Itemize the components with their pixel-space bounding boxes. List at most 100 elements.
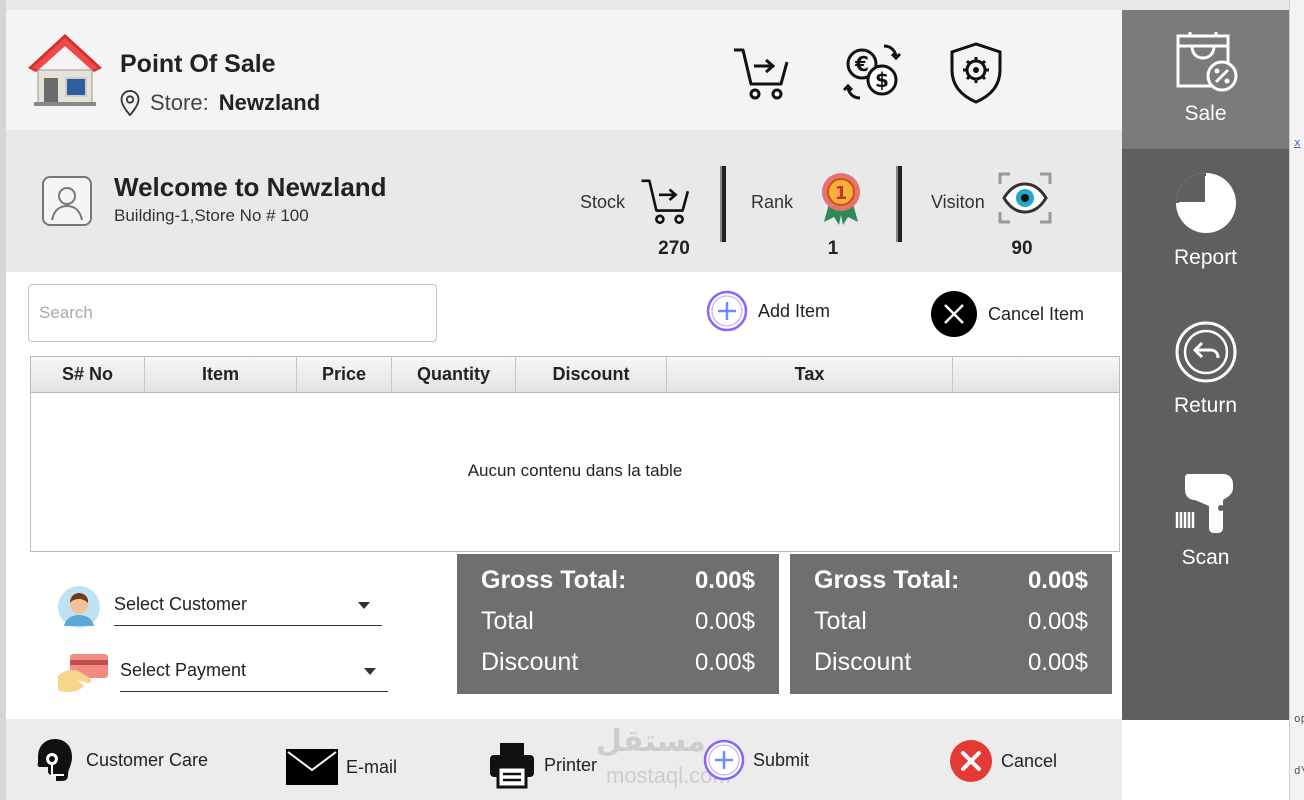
watermark: مستقل xyxy=(596,725,706,758)
cart-icon[interactable] xyxy=(730,40,794,104)
column-header[interactable]: Price xyxy=(297,357,392,392)
table-empty-message: Aucun contenu dans la table xyxy=(467,461,683,480)
cancel-button[interactable]: Cancel xyxy=(949,739,1057,783)
welcome-panel: Welcome to Newzland Building-1,Store No … xyxy=(6,130,1122,272)
stat-divider xyxy=(896,166,902,242)
total-row: Total 0.00$ xyxy=(481,607,755,648)
cancel-circle-icon xyxy=(950,740,992,782)
payment-select-value: Select Payment xyxy=(120,660,247,680)
customer-selector: Select Customer xyxy=(56,584,382,630)
chevron-down-icon xyxy=(358,602,370,609)
stock-value: 270 xyxy=(658,238,690,259)
footer-toolbar: مستقل mostaql.com Customer Care E-mail P… xyxy=(6,719,1122,800)
gross-total-label: Gross Total: xyxy=(481,566,627,594)
customer-avatar-icon xyxy=(58,586,100,628)
background-window-edge-right: x op d\ xyxy=(1289,0,1304,800)
visits-label: Visiton xyxy=(931,192,985,212)
printer-button[interactable]: Printer xyxy=(488,741,597,789)
rank-value: 1 xyxy=(827,238,839,259)
payment-selector: Select Payment xyxy=(56,650,388,696)
customer-care-button[interactable]: Customer Care xyxy=(28,735,208,785)
close-circle-icon xyxy=(931,291,977,337)
stock-label: Stock xyxy=(580,192,626,212)
discount-label: Discount xyxy=(814,648,912,676)
sidebar-item-label: Scan xyxy=(1181,546,1230,569)
discount-row: Discount 0.00$ xyxy=(481,648,755,689)
app-title: Point Of Sale xyxy=(120,50,276,78)
total-label: Total xyxy=(481,607,534,635)
discount-value: 0.00$ xyxy=(1027,649,1088,676)
store-house-icon xyxy=(28,34,102,106)
total-value: 0.00$ xyxy=(1027,608,1088,635)
gross-total-value: 0.00$ xyxy=(1027,567,1088,594)
svg-text:$: $ xyxy=(875,68,889,92)
column-header[interactable]: Quantity xyxy=(392,357,516,392)
store-name: Newzland xyxy=(218,90,321,115)
sidebar-item-report[interactable]: Report xyxy=(1122,170,1289,270)
discount-row: Discount 0.00$ xyxy=(814,648,1088,689)
barcode-scanner-icon xyxy=(1175,474,1233,533)
store-avatar xyxy=(42,176,92,226)
search-input[interactable] xyxy=(28,284,437,342)
submit-button[interactable]: Submit xyxy=(703,739,809,781)
chevron-down-icon xyxy=(364,668,376,675)
discount-label: Discount xyxy=(481,648,579,676)
customer-select[interactable]: Select Customer xyxy=(114,588,382,626)
cancel-label: Cancel xyxy=(1001,750,1058,771)
email-label: E-mail xyxy=(346,756,398,777)
headset-icon xyxy=(37,739,72,781)
email-button[interactable]: E-mail xyxy=(286,749,397,785)
items-table: S# No Item Price Quantity Discount Tax A… xyxy=(30,356,1120,552)
rank-label: Rank xyxy=(751,192,794,212)
location-pin-icon xyxy=(120,90,140,116)
totals-panel: Gross Total: 0.00$ Total 0.00$ Discount … xyxy=(790,554,1112,694)
sidebar-item-scan[interactable]: Scan xyxy=(1122,470,1289,570)
customer-select-value: Select Customer xyxy=(114,594,248,614)
total-value: 0.00$ xyxy=(694,608,755,635)
sidebar-item-return[interactable]: Return xyxy=(1122,320,1289,418)
total-row: Total 0.00$ xyxy=(814,607,1088,648)
background-fragment: op xyxy=(1294,712,1304,725)
stock-cart-icon xyxy=(641,179,690,225)
envelope-icon xyxy=(286,749,338,785)
gross-total-row: Gross Total: 0.00$ xyxy=(814,566,1088,607)
svg-text:1: 1 xyxy=(835,183,848,204)
return-icon xyxy=(1175,321,1236,383)
cancel-item-button[interactable]: Cancel Item xyxy=(930,290,1084,338)
store-line: Store: Newzland xyxy=(120,90,320,116)
submit-label: Submit xyxy=(753,749,810,770)
security-settings-icon[interactable] xyxy=(944,40,1008,104)
visits-value: 90 xyxy=(1011,238,1033,259)
gross-total-label: Gross Total: xyxy=(814,566,960,594)
total-label: Total xyxy=(814,607,867,635)
sidebar-item-label: Report xyxy=(1173,246,1238,269)
sidebar: Sale Report Return Scan xyxy=(1122,10,1289,720)
sale-bag-icon xyxy=(1176,32,1237,92)
column-header[interactable]: Item xyxy=(145,357,297,392)
payment-select[interactable]: Select Payment xyxy=(120,654,388,692)
gross-total-row: Gross Total: 0.00$ xyxy=(481,566,755,607)
add-circle-icon xyxy=(703,739,745,781)
column-header[interactable] xyxy=(953,357,1119,392)
sidebar-item-sale[interactable]: Sale xyxy=(1122,10,1289,149)
gross-total-value: 0.00$ xyxy=(694,567,755,594)
discount-value: 0.00$ xyxy=(694,649,755,676)
column-header[interactable]: S# No xyxy=(31,357,145,392)
stat-divider xyxy=(720,166,726,242)
store-label: Store: xyxy=(150,90,209,115)
pie-chart-icon xyxy=(1175,173,1236,233)
printer-icon xyxy=(490,743,534,789)
background-fragment: d\ xyxy=(1294,764,1304,777)
user-avatar-icon xyxy=(51,187,83,221)
add-item-button[interactable]: Add Item xyxy=(706,290,830,332)
svg-text:€: € xyxy=(854,52,869,76)
add-item-label: Add Item xyxy=(758,300,831,321)
pos-window: Point Of Sale Store: Newzland € $ Welcom… xyxy=(6,10,1289,800)
store-address: Building-1,Store No # 100 xyxy=(114,206,309,225)
sidebar-item-label: Sale xyxy=(1184,102,1227,125)
column-header[interactable]: Tax xyxy=(667,357,953,392)
rank-medal-icon: 1 xyxy=(822,173,860,225)
column-header[interactable]: Discount xyxy=(516,357,667,392)
table-header: S# No Item Price Quantity Discount Tax xyxy=(31,357,1119,393)
currency-exchange-icon[interactable]: € $ xyxy=(840,40,904,104)
